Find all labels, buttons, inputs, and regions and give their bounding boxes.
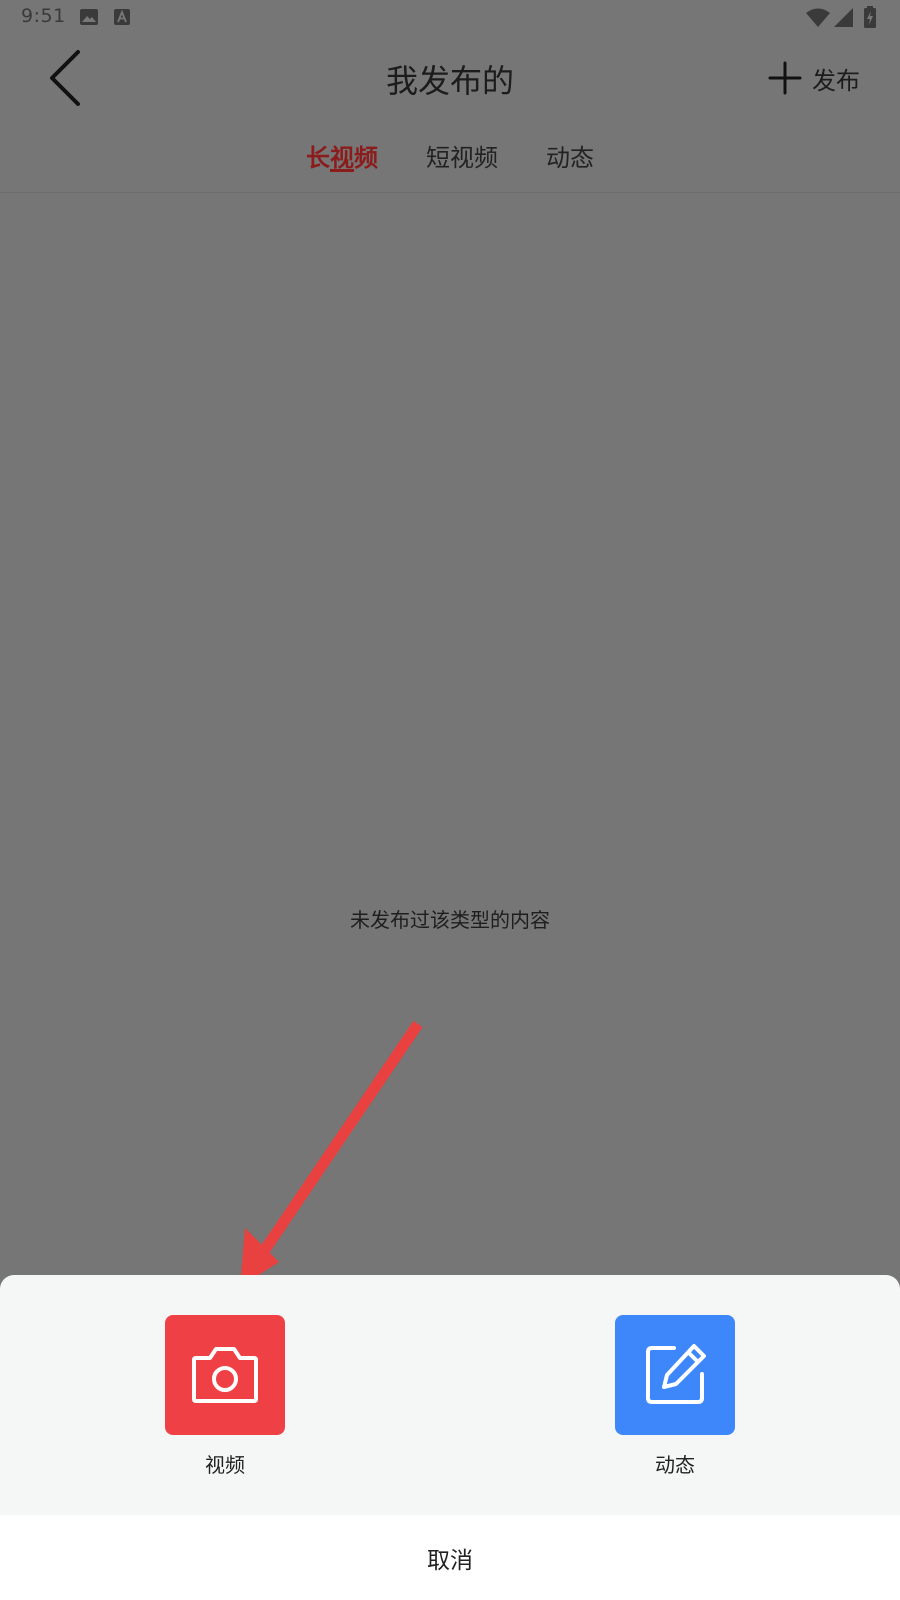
tab-short-video[interactable]: 短视频 bbox=[426, 138, 498, 173]
video-option-tile[interactable] bbox=[165, 1315, 285, 1435]
wifi-icon bbox=[806, 8, 830, 27]
post-option-label: 动态 bbox=[655, 1453, 695, 1477]
battery-icon bbox=[864, 6, 876, 28]
status-time: 9:51 bbox=[21, 5, 66, 27]
signal-icon bbox=[834, 8, 853, 27]
camera-icon bbox=[192, 1347, 258, 1403]
video-option[interactable]: 视频 bbox=[165, 1315, 285, 1478]
a-badge-icon bbox=[114, 9, 130, 25]
plus-icon bbox=[768, 61, 802, 95]
post-option[interactable]: 动态 bbox=[615, 1315, 735, 1478]
tab-posts[interactable]: 动态 bbox=[546, 138, 594, 173]
post-option-tile[interactable] bbox=[615, 1315, 735, 1435]
edit-icon bbox=[646, 1344, 706, 1404]
header: 我发布的 发布 bbox=[0, 36, 900, 120]
active-tab-indicator bbox=[330, 169, 354, 172]
video-option-label: 视频 bbox=[205, 1453, 245, 1477]
image-icon bbox=[80, 9, 98, 25]
status-bar: 9:51 bbox=[0, 0, 900, 36]
publish-label: 发布 bbox=[812, 66, 860, 95]
publish-button[interactable]: 发布 bbox=[768, 58, 860, 98]
cancel-button[interactable]: 取消 bbox=[0, 1515, 900, 1600]
page-title: 我发布的 bbox=[385, 62, 514, 100]
empty-state-message: 未发布过该类型的内容 bbox=[350, 908, 550, 932]
cancel-label: 取消 bbox=[427, 1547, 473, 1574]
content-tabs: 长视频 短视频 动态 bbox=[0, 120, 900, 193]
publish-action-sheet: 视频 动态 取消 bbox=[0, 1275, 900, 1600]
tab-long-video[interactable]: 长视频 bbox=[306, 138, 378, 173]
